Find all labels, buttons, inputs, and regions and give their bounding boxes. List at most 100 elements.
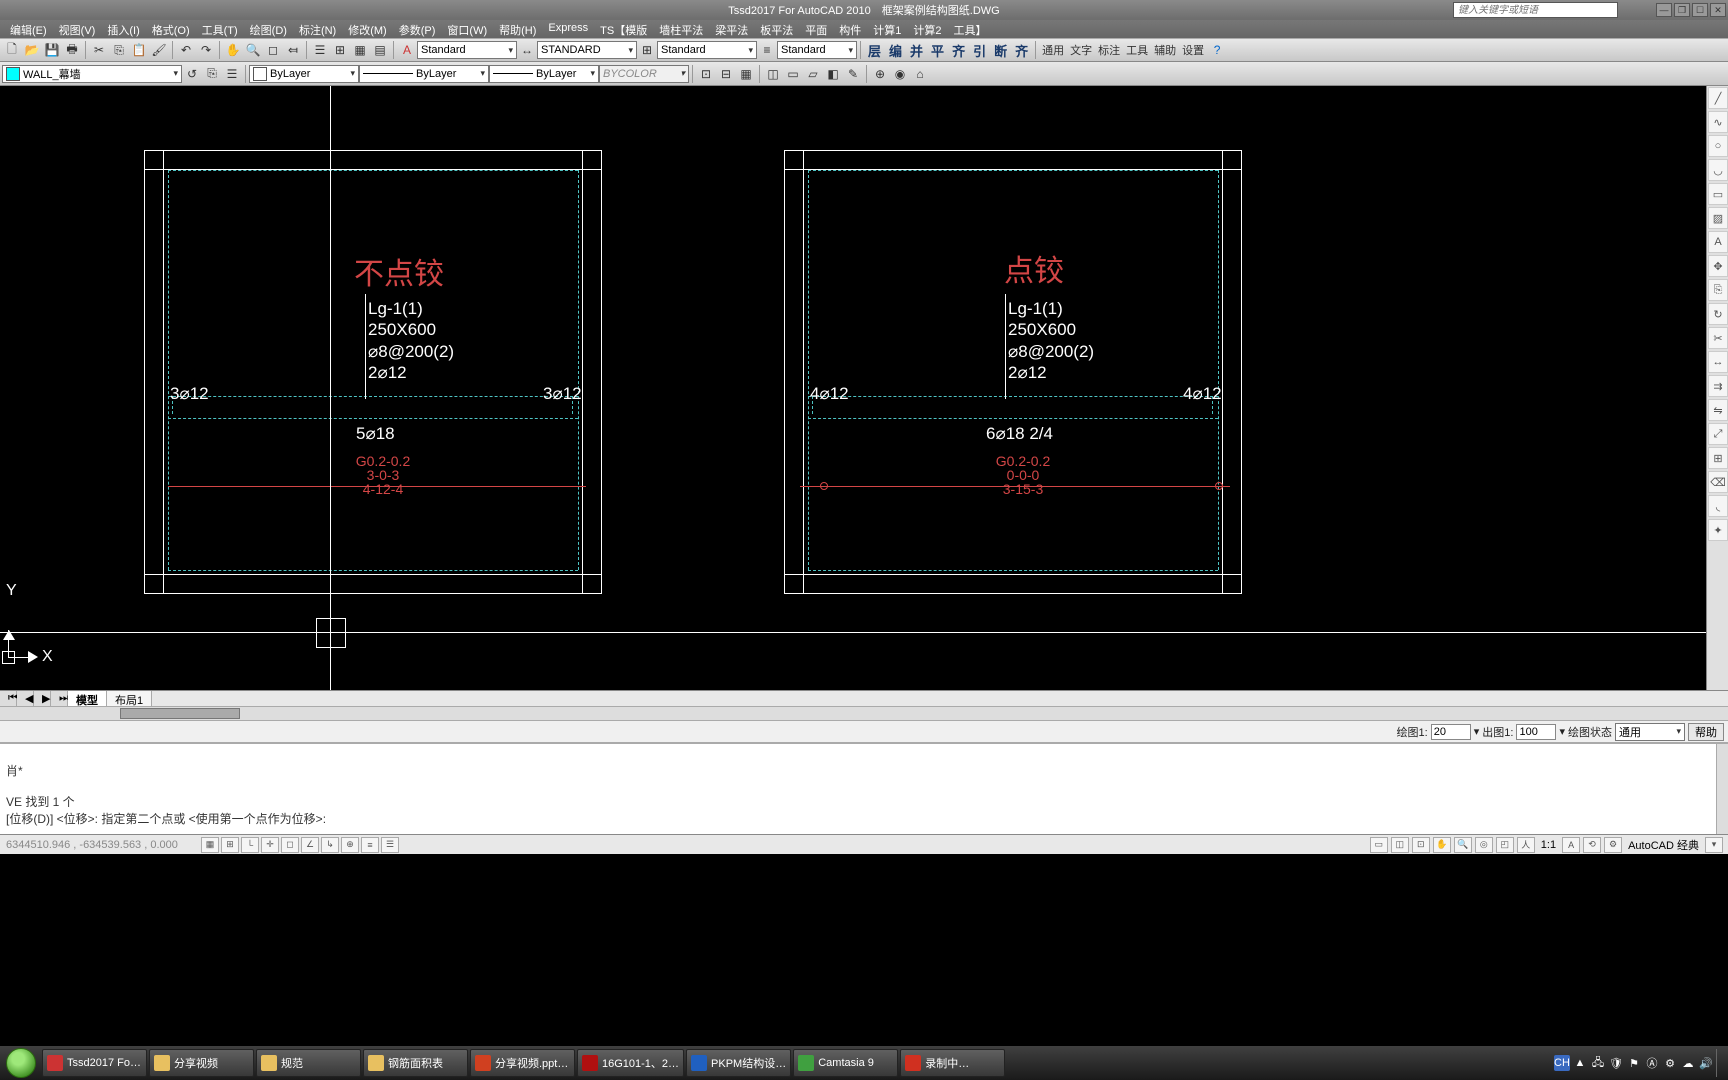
task-pkpm[interactable]: PKPM结构设… — [686, 1049, 791, 1077]
vtool-rotate[interactable]: ↻ — [1708, 303, 1728, 325]
vtool-fillet[interactable]: ◟ — [1708, 495, 1728, 517]
layer-combo[interactable]: WALL_幕墙 — [2, 65, 182, 83]
ts-panel-dim[interactable]: 标注 — [1095, 42, 1123, 58]
menu-calc1[interactable]: 计算1 — [867, 20, 907, 38]
tray-up-icon[interactable]: ▲ — [1572, 1055, 1588, 1071]
plotstyle-combo[interactable]: BYCOLOR — [599, 65, 689, 83]
hscrollbar[interactable] — [0, 706, 1728, 720]
annoscale-icon[interactable]: 人 — [1517, 837, 1535, 853]
sb-pan[interactable]: ✋ — [1433, 837, 1451, 853]
tab-last[interactable]: ⏭ — [51, 691, 68, 706]
ts-btn-break[interactable]: 断 — [990, 41, 1011, 60]
tb-i[interactable]: ⊕ — [870, 64, 890, 84]
vtool-mirror[interactable]: ⇋ — [1708, 399, 1728, 421]
menu-draw[interactable]: 绘图(D) — [244, 20, 293, 38]
menu-tools[interactable]: 工具(T) — [196, 20, 244, 38]
ts-btn-flat[interactable]: 平 — [927, 41, 948, 60]
vtool-line[interactable]: ╱ — [1708, 87, 1728, 109]
color-combo[interactable]: ByLayer — [249, 65, 359, 83]
annoscale-value[interactable]: 1:1 — [1537, 839, 1560, 851]
layer-manager-button[interactable]: ☰ — [222, 64, 242, 84]
sb-zoom[interactable]: 🔍 — [1454, 837, 1472, 853]
vtool-arc[interactable]: ◡ — [1708, 159, 1728, 181]
state-combo[interactable]: 通用 — [1615, 723, 1685, 741]
ts-btn-leader[interactable]: 引 — [969, 41, 990, 60]
sb-b[interactable]: ⊡ — [1412, 837, 1430, 853]
tb-d[interactable]: ◫ — [763, 64, 783, 84]
ts-btn-layer[interactable]: 层 — [864, 41, 885, 60]
qp-toggle[interactable]: ☰ — [381, 837, 399, 853]
task-tssd[interactable]: Tssd2017 Fo… — [42, 1049, 147, 1077]
menu-format[interactable]: 格式(O) — [146, 20, 196, 38]
vtool-circle[interactable]: ○ — [1708, 135, 1728, 157]
open-button[interactable]: 📂 — [22, 40, 42, 60]
annoauto-toggle[interactable]: ⟲ — [1583, 837, 1601, 853]
menu-ts-tools[interactable]: 工具】 — [947, 20, 992, 38]
tab-prev[interactable]: ◀ — [17, 691, 34, 706]
tab-next[interactable]: ▶ — [34, 691, 51, 706]
task-folder-2[interactable]: 规范 — [256, 1049, 361, 1077]
ime-indicator[interactable]: CH — [1554, 1055, 1570, 1071]
start-button[interactable] — [0, 1046, 42, 1080]
vtool-trim[interactable]: ✂ — [1708, 327, 1728, 349]
ts-panel-text[interactable]: 文字 — [1067, 42, 1095, 58]
menu-slab[interactable]: 板平法 — [754, 20, 799, 38]
tray-vol-icon[interactable]: 🔊 — [1698, 1055, 1714, 1071]
layer-states-button[interactable]: ⎘ — [202, 64, 222, 84]
dyn-toggle[interactable]: ⊕ — [341, 837, 359, 853]
task-ppt[interactable]: 分享视频.ppt… — [470, 1049, 575, 1077]
dimstyle-icon[interactable]: ↔ — [517, 40, 537, 60]
command-window[interactable]: 肖* VE 找到 1 个 [位移(D)] <位移>: 指定第二个点或 <使用第一… — [0, 742, 1728, 834]
vtool-move[interactable]: ✥ — [1708, 255, 1728, 277]
ts-btn-merge[interactable]: 并 — [906, 41, 927, 60]
draw-scale-input[interactable] — [1431, 724, 1471, 740]
tb-j[interactable]: ◉ — [890, 64, 910, 84]
ws-icon[interactable]: ⚙ — [1604, 837, 1622, 853]
ws-menu[interactable]: ▾ — [1705, 837, 1723, 853]
ts-panel-general[interactable]: 通用 — [1039, 42, 1067, 58]
menu-ts-template[interactable]: TS【模版 — [594, 20, 653, 38]
toolpal-button[interactable]: ▦ — [350, 40, 370, 60]
vtool-hatch[interactable]: ▨ — [1708, 207, 1728, 229]
tab-first[interactable]: ⏮ — [0, 691, 17, 706]
textstyle-combo[interactable]: Standard — [417, 41, 517, 59]
sb-cube[interactable]: ◰ — [1496, 837, 1514, 853]
tb-g[interactable]: ◧ — [823, 64, 843, 84]
cmd-scrollbar[interactable] — [1716, 744, 1728, 834]
annovisibility-toggle[interactable]: A — [1562, 837, 1580, 853]
menu-param[interactable]: 参数(P) — [393, 20, 442, 38]
ts-btn-edit[interactable]: 编 — [885, 41, 906, 60]
ts-panel-set[interactable]: 设置 — [1179, 42, 1207, 58]
vtool-erase[interactable]: ⌫ — [1708, 471, 1728, 493]
zoom-button[interactable]: 🔍 — [243, 40, 263, 60]
copy-button[interactable]: ⎘ — [109, 40, 129, 60]
vtool-copy[interactable]: ⎘ — [1708, 279, 1728, 301]
print-button[interactable]: 🖶 — [62, 40, 82, 60]
menu-window[interactable]: 窗口(W) — [441, 20, 493, 38]
polar-toggle[interactable]: ✛ — [261, 837, 279, 853]
zoomwin-button[interactable]: ◻ — [263, 40, 283, 60]
task-pdf[interactable]: 16G101-1、2… — [577, 1049, 684, 1077]
task-camtasia[interactable]: Camtasia 9 — [793, 1049, 898, 1077]
minimize-button[interactable]: — — [1656, 3, 1672, 17]
menu-beam[interactable]: 梁平法 — [709, 20, 754, 38]
menu-wallcol[interactable]: 墙柱平法 — [653, 20, 709, 38]
task-folder-3[interactable]: 钢筋面积表 — [363, 1049, 468, 1077]
tab-model[interactable]: 模型 — [68, 691, 107, 706]
ts-panel-tool[interactable]: 工具 — [1123, 42, 1151, 58]
ts-btn-align2[interactable]: 齐 — [1011, 41, 1032, 60]
undo-button[interactable]: ↶ — [176, 40, 196, 60]
menu-dim[interactable]: 标注(N) — [293, 20, 342, 38]
workspace-label[interactable]: AutoCAD 经典 — [1624, 837, 1703, 853]
maximize-button[interactable]: ☐ — [1692, 3, 1708, 17]
menu-insert[interactable]: 插入(I) — [101, 20, 145, 38]
menu-help[interactable]: 帮助(H) — [493, 20, 542, 38]
menu-calc2[interactable]: 计算2 — [907, 20, 947, 38]
ts-help-icon[interactable]: ? — [1207, 40, 1227, 60]
designctr-button[interactable]: ⊞ — [330, 40, 350, 60]
tb-f[interactable]: ▱ — [803, 64, 823, 84]
model-button[interactable]: ▭ — [1370, 837, 1388, 853]
lwt-toggle[interactable]: ≡ — [361, 837, 379, 853]
sb-a[interactable]: ◫ — [1391, 837, 1409, 853]
otrack-toggle[interactable]: ∠ — [301, 837, 319, 853]
